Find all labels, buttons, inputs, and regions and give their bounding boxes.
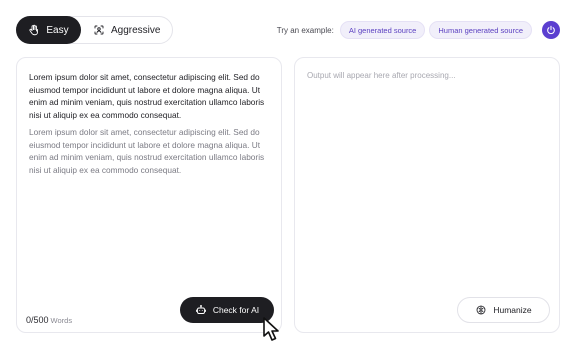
input-paragraph-2: Lorem ipsum dolor sit amet, consectetur …	[29, 127, 265, 175]
humanize-button[interactable]: Humanize	[457, 297, 550, 323]
mode-aggressive-button[interactable]: Aggressive	[93, 17, 160, 43]
examples-bar: Try an example: AI generated source Huma…	[277, 21, 560, 39]
mode-toggle: Easy Aggressive	[16, 16, 173, 44]
input-paragraph-1: Lorem ipsum dolor sit amet, consectetur …	[29, 72, 265, 120]
example-chip-human[interactable]: Human generated source	[429, 21, 532, 39]
output-placeholder: Output will appear here after processing…	[307, 71, 456, 80]
examples-label: Try an example:	[276, 25, 334, 35]
output-panel: Output will appear here after processing…	[294, 57, 560, 333]
word-count-label: Words	[50, 316, 73, 325]
check-for-ai-button[interactable]: Check for AI	[180, 297, 274, 323]
humanize-label: Humanize	[493, 305, 532, 315]
example-chip-ai[interactable]: AI generated source	[339, 21, 426, 39]
input-panel[interactable]: Lorem ipsum dolor sit amet, consectetur …	[16, 57, 282, 333]
hand-icon	[28, 24, 40, 36]
brain-icon	[475, 304, 487, 316]
robot-icon	[195, 304, 207, 316]
mode-easy-label: Easy	[46, 24, 69, 36]
mode-aggressive-label: Aggressive	[111, 24, 161, 36]
input-textarea[interactable]: Lorem ipsum dolor sit amet, consectetur …	[29, 71, 269, 176]
mode-easy-button[interactable]: Easy	[16, 16, 81, 44]
power-button[interactable]	[542, 21, 560, 39]
check-for-ai-label: Check for AI	[212, 305, 260, 315]
power-icon	[546, 25, 556, 35]
scan-icon	[93, 24, 105, 36]
page: Easy Aggressive Try an example: AI gener…	[0, 0, 576, 352]
word-count-value: 0/500	[26, 315, 49, 325]
word-count: 0/500 Words	[26, 315, 72, 325]
pointer-cursor-icon	[262, 316, 284, 342]
